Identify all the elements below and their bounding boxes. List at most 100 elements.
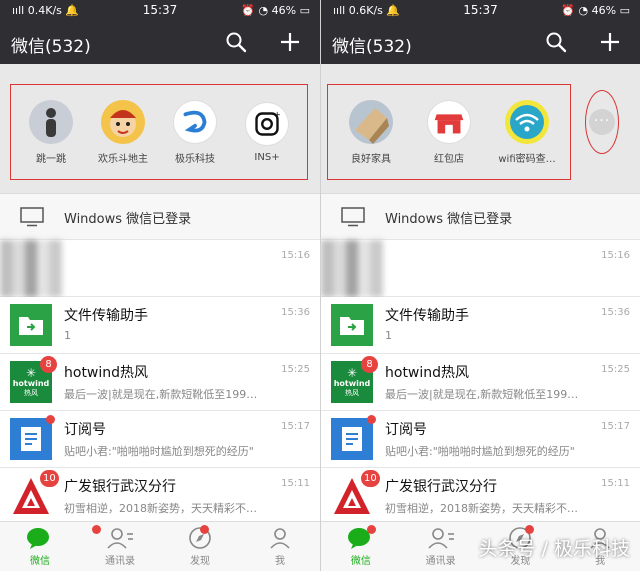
chat-name: 广发银行武汉分行 <box>64 479 176 495</box>
chat-row[interactable]: ✳ hotwind 热风 8 hotwind热风 最后一波|就是现在,新款短靴低… <box>0 354 320 411</box>
tab-contacts[interactable]: 通讯录 <box>401 522 481 571</box>
chat-name: hotwind热风 <box>385 365 470 381</box>
unread-dot <box>46 415 55 424</box>
right-screen: ııll 0.6K/s 🔔 15:37 ⏰ ◔ 46% ▭ 微信(532) 良好… <box>320 0 640 571</box>
chat-name: 文件传输助手 <box>64 308 148 324</box>
mini-program-item[interactable]: 红包店 <box>415 99 483 165</box>
jile-logo-icon <box>173 99 217 144</box>
chat-preview: 贴吧小君:"啪啪啪时尴尬到想死的经历" <box>385 445 575 458</box>
mini-program-item[interactable]: + INS+ <box>233 101 301 163</box>
mini-program-item[interactable]: 良好家具 <box>337 99 405 165</box>
person-icon <box>270 528 290 549</box>
chat-bubble-icon <box>27 528 49 549</box>
landlord-game-icon <box>101 99 145 144</box>
folder-arrow-icon <box>340 317 364 335</box>
tab-label: 微信 <box>350 556 371 567</box>
chat-row[interactable]: 10 广发银行武汉分行 初雪相逆，2018新姿势，天天精彩不… 15:11 <box>321 468 640 525</box>
chat-row[interactable]: 10 广发银行武汉分行 初雪相逆，2018新姿势，天天精彩不… 15:11 <box>0 468 320 525</box>
status-bar: ııll 0.4K/s 🔔 15:37 ⏰ ◔ 46% ▭ <box>0 0 320 22</box>
chat-preview: 1 <box>385 329 392 342</box>
desktop-login-bar[interactable]: Windows 微信已登录 <box>0 194 320 240</box>
folder-arrow-icon <box>19 317 43 335</box>
unread-badge: 8 <box>40 356 57 373</box>
desktop-login-bar[interactable]: Windows 微信已登录 <box>321 194 640 240</box>
unread-badge: 8 <box>361 356 378 373</box>
plus-icon <box>601 33 619 51</box>
blurred-avatar <box>0 240 62 297</box>
document-icon <box>342 427 362 451</box>
tab-discover[interactable]: 发现 <box>160 522 240 571</box>
add-button[interactable] <box>598 30 622 54</box>
chat-time: 15:36 <box>281 307 310 318</box>
unread-dot <box>367 415 376 424</box>
left-screen: ııll 0.4K/s 🔔 15:37 ⏰ ◔ 46% ▭ 微信(532) 跳一… <box>0 0 320 571</box>
more-dots-icon: ··· <box>589 109 615 135</box>
status-right: ⏰ ◔ 46% ▭ <box>241 4 310 17</box>
bottom-tab-bar: 微信 通讯录 发现 我 <box>0 521 320 571</box>
status-right: ⏰ ◔ 46% ▭ <box>561 4 630 17</box>
mini-program-tray: 跳一跳 欢乐斗地主 极乐科技 + INS+ <box>0 64 320 194</box>
battery-icon: ▭ <box>619 4 630 17</box>
tab-contacts[interactable]: 通讯录 <box>80 522 160 571</box>
chat-row[interactable]: 15:16 <box>0 240 320 297</box>
chat-row[interactable]: 订阅号 贴吧小君:"啪啪啪时尴尬到想死的经历" 15:17 <box>0 411 320 468</box>
contacts-icon <box>107 528 133 549</box>
mini-program-item[interactable]: wifi密码查… <box>493 99 561 165</box>
chat-preview: 初雪相逆，2018新姿势，天天精彩不… <box>64 502 257 515</box>
chat-preview: 最后一波|就是现在,新款短靴低至199… <box>64 388 258 401</box>
tab-chats[interactable]: 微信 <box>321 522 401 571</box>
chat-time: 15:17 <box>281 421 310 432</box>
search-icon <box>226 32 247 53</box>
svg-text:+: + <box>274 110 281 120</box>
title-bar: 微信(532) <box>321 22 640 64</box>
chat-preview: 初雪相逆，2018新姿势，天天精彩不… <box>385 502 578 515</box>
wifi-status-icon: ◔ <box>258 4 269 17</box>
chat-row[interactable]: ✳ hotwind 热风 8 hotwind热风 最后一波|就是现在,新款短靴低… <box>321 354 640 411</box>
tab-me[interactable]: 我 <box>240 522 320 571</box>
file-transfer-avatar <box>10 304 52 346</box>
highlight-box: 跳一跳 欢乐斗地主 极乐科技 + INS+ <box>10 84 308 180</box>
page-title: 微信(532) <box>11 37 91 57</box>
mini-program-item[interactable]: 跳一跳 <box>17 99 85 165</box>
wifi-status-icon: ◔ <box>578 4 589 17</box>
tab-label: 微信 <box>30 556 50 567</box>
login-status-text: Windows 微信已登录 <box>385 212 513 227</box>
palm-icon: ✳ <box>346 365 358 380</box>
unread-badge: 10 <box>40 470 59 487</box>
file-transfer-avatar <box>331 304 373 346</box>
shop-icon <box>427 99 471 144</box>
login-status-text: Windows 微信已登录 <box>64 212 192 227</box>
chat-row[interactable]: 15:16 <box>321 240 640 297</box>
chat-time: 15:25 <box>281 364 310 375</box>
tab-label: 通讯录 <box>105 556 135 567</box>
mini-program-tray: 良好家具 红包店 wifi密码查… ··· <box>321 64 640 194</box>
battery-icon: ▭ <box>299 4 310 17</box>
document-icon <box>21 427 41 451</box>
search-button[interactable] <box>544 30 568 54</box>
alarm-icon: ⏰ <box>241 4 256 17</box>
hotwind-logo-text: 热风 <box>24 388 38 397</box>
tab-chats[interactable]: 微信 <box>0 522 101 571</box>
chat-time: 15:25 <box>601 364 630 375</box>
mini-program-item[interactable]: 极乐科技 <box>161 99 229 165</box>
palm-icon: ✳ <box>25 365 37 380</box>
chat-row[interactable]: 文件传输助手 1 15:36 <box>0 297 320 354</box>
mini-program-label: 极乐科技 <box>175 153 215 165</box>
battery-level: 46% <box>271 4 297 17</box>
chat-row[interactable]: 订阅号 贴吧小君:"啪啪啪时尴尬到想死的经历" 15:17 <box>321 411 640 468</box>
mini-program-label: 跳一跳 <box>36 153 66 165</box>
tab-label: 发现 <box>190 556 210 567</box>
status-bar: ııll 0.6K/s 🔔 15:37 ⏰ ◔ 46% ▭ <box>321 0 640 22</box>
mini-program-label: 欢乐斗地主 <box>98 153 148 165</box>
add-button[interactable] <box>278 30 302 54</box>
title-bar: 微信(532) <box>0 22 320 64</box>
mini-program-label: INS+ <box>254 151 280 163</box>
highlight-box: 良好家具 红包店 wifi密码查… <box>327 84 571 180</box>
mini-program-label: 红包店 <box>434 153 464 165</box>
watermark: 头条号 / 极乐科技 <box>478 538 630 560</box>
tab-label: 我 <box>275 556 285 567</box>
mini-program-item[interactable]: 欢乐斗地主 <box>89 99 157 165</box>
chat-row[interactable]: 文件传输助手 1 15:36 <box>321 297 640 354</box>
more-button[interactable]: ··· <box>585 90 619 154</box>
search-button[interactable] <box>224 30 248 54</box>
